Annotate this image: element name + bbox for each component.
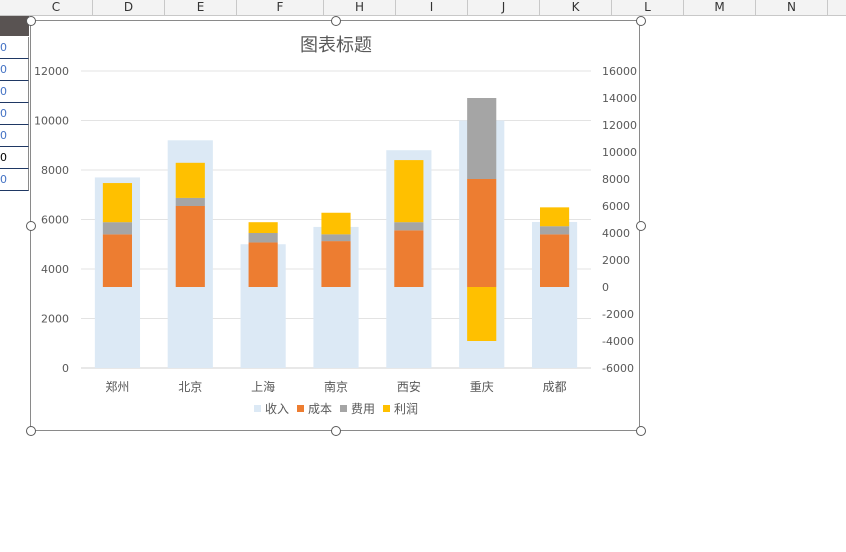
bar-profit xyxy=(248,222,278,233)
column-header-c[interactable]: C xyxy=(20,0,93,15)
cell[interactable]: 0 xyxy=(0,103,29,125)
secondary-y-axis-tick-label: 16000 xyxy=(602,65,637,78)
column-header-f[interactable]: F xyxy=(237,0,324,15)
cell[interactable]: 0 xyxy=(0,125,29,147)
cell[interactable]: 0 xyxy=(0,147,29,169)
secondary-y-axis-tick-label: -6000 xyxy=(602,362,634,375)
cell[interactable]: 0 xyxy=(0,59,29,81)
y-axis-tick-label: 4000 xyxy=(41,263,69,276)
legend-swatch xyxy=(254,405,261,412)
bar-expense xyxy=(394,222,424,231)
bar-cost xyxy=(175,206,205,287)
secondary-y-axis-tick-label: -4000 xyxy=(602,335,634,348)
y-axis-tick-label: 2000 xyxy=(41,313,69,326)
secondary-y-axis-tick-label: 0 xyxy=(602,281,609,294)
bar-cost xyxy=(540,234,570,287)
bar-expense xyxy=(321,234,351,242)
secondary-y-axis-tick-label: 10000 xyxy=(602,146,637,159)
bar-expense xyxy=(175,197,205,206)
cell[interactable]: 0 xyxy=(0,81,29,103)
y-axis-tick-label: 6000 xyxy=(41,214,69,227)
x-axis-category-label: 郑州 xyxy=(105,379,129,394)
bar-profit xyxy=(467,287,497,341)
legend-swatch xyxy=(340,405,347,412)
secondary-y-axis-tick-label: 12000 xyxy=(602,119,637,132)
bar-expense xyxy=(248,233,278,243)
bar-expense xyxy=(467,98,497,179)
resize-handle-middle-right[interactable] xyxy=(636,221,646,231)
bar-profit xyxy=(175,162,205,198)
legend-label: 利润 xyxy=(394,402,418,416)
column-header-h[interactable]: H xyxy=(324,0,396,15)
column-header-e[interactable]: E xyxy=(165,0,237,15)
secondary-y-axis-tick-label: 2000 xyxy=(602,254,630,267)
bar-profit xyxy=(321,212,351,235)
column-header-bar: C D E F H I J K L M N xyxy=(0,0,846,16)
column-header-k[interactable]: K xyxy=(540,0,612,15)
y-axis-tick-label: 8000 xyxy=(41,164,69,177)
bar-expense xyxy=(540,226,570,235)
x-axis-category-label: 重庆 xyxy=(470,380,494,394)
y-axis-tick-label: 0 xyxy=(62,362,69,375)
bar-cost xyxy=(102,234,132,287)
secondary-y-axis-tick-label: 6000 xyxy=(602,200,630,213)
chart-object[interactable]: 图表标题 0 2000 4000 6000 8000 10000 12000 -6000 -40… xyxy=(30,20,640,431)
bar-profit xyxy=(102,183,132,223)
resize-handle-bottom-middle[interactable] xyxy=(331,426,341,436)
y-axis-tick-label: 12000 xyxy=(34,65,69,78)
legend-label: 成本 xyxy=(308,402,332,416)
legend-swatch xyxy=(297,405,304,412)
resize-handle-top-right[interactable] xyxy=(636,16,646,26)
x-axis-category-label: 上海 xyxy=(251,379,275,394)
column-header-d[interactable]: D xyxy=(93,0,165,15)
resize-handle-top-middle[interactable] xyxy=(331,16,341,26)
secondary-y-axis-tick-label: 8000 xyxy=(602,173,630,186)
bar-cost xyxy=(467,179,497,287)
bar-cost xyxy=(248,242,278,287)
cell[interactable]: 0 xyxy=(0,169,29,191)
column-header-j[interactable]: J xyxy=(468,0,540,15)
x-axis-category-label: 南京 xyxy=(324,379,348,394)
resize-handle-bottom-left[interactable] xyxy=(26,426,36,436)
resize-handle-middle-left[interactable] xyxy=(26,221,36,231)
column-header-l[interactable]: L xyxy=(612,0,684,15)
column-header-n[interactable]: N xyxy=(756,0,828,15)
chart-plot: 0 2000 4000 6000 8000 10000 12000 -6000 -4000 -20… xyxy=(34,65,637,416)
cell[interactable]: 0 xyxy=(0,37,29,59)
y-axis-tick-label: 10000 xyxy=(34,115,69,128)
legend-label: 收入 xyxy=(265,402,289,416)
bar-expense xyxy=(102,222,132,235)
bar-cost xyxy=(394,230,424,287)
bar-cost xyxy=(321,241,351,287)
legend-swatch xyxy=(383,405,390,412)
column-header-m[interactable]: M xyxy=(684,0,756,15)
left-cell-column: 0 0 0 0 0 0 0 xyxy=(0,16,30,191)
secondary-y-axis-tick-label: 4000 xyxy=(602,227,630,240)
x-axis-category-label: 北京 xyxy=(178,380,202,394)
bar-profit xyxy=(394,160,424,223)
bar-profit xyxy=(540,207,570,227)
x-axis-category-label: 西安 xyxy=(397,379,421,394)
legend-label: 费用 xyxy=(351,402,375,416)
resize-handle-bottom-right[interactable] xyxy=(636,426,646,436)
header-cell xyxy=(0,16,29,36)
resize-handle-top-left[interactable] xyxy=(26,16,36,26)
secondary-y-axis-tick-label: 14000 xyxy=(602,92,637,105)
x-axis-category-label: 成都 xyxy=(543,380,567,394)
secondary-y-axis-tick-label: -2000 xyxy=(602,308,634,321)
column-header-i[interactable]: I xyxy=(396,0,468,15)
